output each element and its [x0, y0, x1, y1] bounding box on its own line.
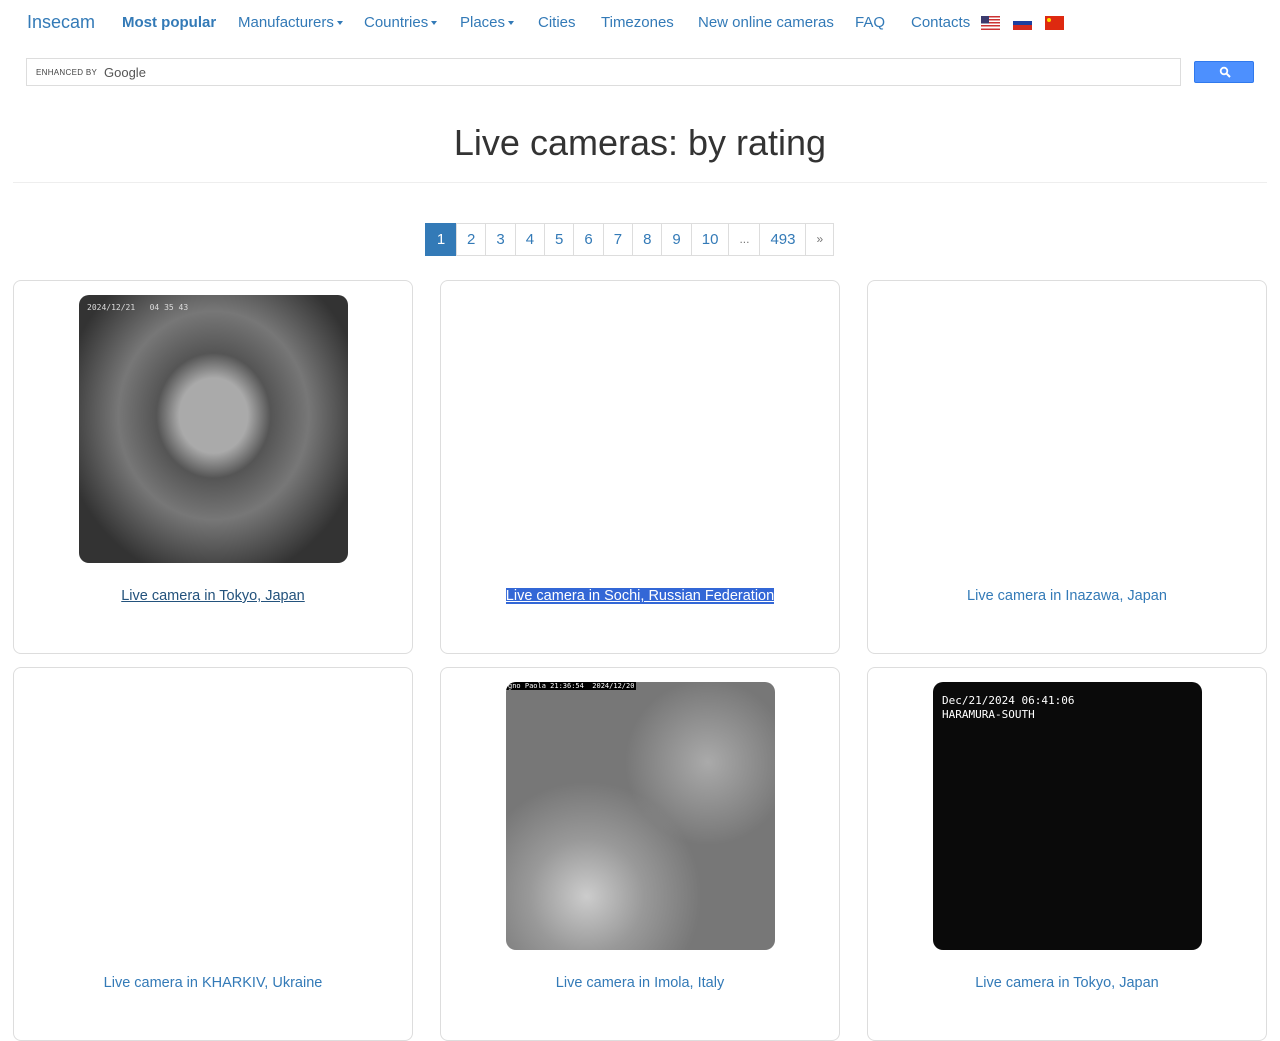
- search-icon: [1219, 66, 1231, 78]
- page-link-last[interactable]: 493: [759, 223, 807, 256]
- nav-faq[interactable]: FAQ: [855, 14, 885, 31]
- camera-link[interactable]: Live camera in Tokyo, Japan: [975, 975, 1159, 991]
- caret-down-icon: [431, 21, 438, 26]
- camera-card: Dec/21/2024 06:41:06 HARAMURA-SOUTH Live…: [867, 667, 1267, 1041]
- camera-thumbnail[interactable]: gno Paola 21:36:54 2024/12/20: [506, 682, 775, 950]
- nav-most-popular[interactable]: Most popular: [122, 14, 216, 31]
- camera-link[interactable]: Live camera in Imola, Italy: [556, 975, 724, 991]
- camera-link[interactable]: Live camera in Sochi, Russian Federation: [505, 588, 775, 604]
- page-ellipsis: ...: [728, 223, 761, 256]
- camera-location-label: HARAMURA-SOUTH: [942, 708, 1035, 721]
- camera-timestamp: 2024/12/21 04 35 43: [87, 303, 189, 312]
- page-link[interactable]: 2: [456, 223, 487, 256]
- page-link[interactable]: 7: [602, 223, 634, 256]
- camera-thumbnail[interactable]: Dec/21/2024 06:41:06 HARAMURA-SOUTH: [933, 682, 1202, 950]
- page-link[interactable]: 9: [661, 223, 692, 256]
- nav-label: Places: [460, 14, 506, 31]
- page-title: Live cameras: by rating: [453, 122, 827, 163]
- next-page-link[interactable]: »: [805, 223, 835, 256]
- camera-card: 2024/12/21 04 35 43 Live camera in Tokyo…: [13, 280, 413, 654]
- nav-cities[interactable]: Cities: [538, 14, 576, 31]
- camera-timestamp: Dec/21/2024 06:41:06: [942, 694, 1075, 707]
- page-link[interactable]: 3: [485, 223, 516, 256]
- camera-card: Live camera in Inazawa, Japan: [867, 280, 1267, 654]
- page-link[interactable]: 4: [514, 223, 546, 256]
- caret-down-icon: [508, 21, 515, 26]
- nav-timezones[interactable]: Timezones: [601, 14, 674, 31]
- us-flag-icon[interactable]: [981, 16, 1000, 30]
- nav-new-online-cameras[interactable]: New online cameras: [698, 14, 834, 31]
- page-link[interactable]: 5: [544, 223, 575, 256]
- page-link[interactable]: 1: [425, 223, 457, 256]
- page-link[interactable]: 8: [632, 223, 663, 256]
- search-input[interactable]: ENHANCED BY Google: [26, 58, 1181, 86]
- nav-contacts[interactable]: Contacts: [911, 14, 970, 31]
- camera-thumbnail[interactable]: 2024/12/21 04 35 43: [79, 295, 348, 563]
- nav-label: Manufacturers: [238, 14, 334, 31]
- camera-link[interactable]: Live camera in KHARKIV, Ukraine: [104, 975, 323, 991]
- google-logo: Google: [104, 65, 146, 80]
- nav-label: Countries: [364, 14, 429, 31]
- top-navbar: Insecam Most popular Manufacturers Count…: [0, 0, 1280, 46]
- nav-countries[interactable]: Countries: [364, 14, 438, 31]
- camera-card: Live camera in KHARKIV, Ukraine: [13, 667, 413, 1041]
- camera-card: Live camera in Sochi, Russian Federation: [440, 280, 840, 654]
- search-button[interactable]: [1194, 61, 1254, 83]
- nav-manufacturers[interactable]: Manufacturers: [238, 14, 343, 31]
- nav-places[interactable]: Places: [460, 14, 515, 31]
- ru-flag-icon[interactable]: [1013, 16, 1032, 30]
- enhanced-by-label: ENHANCED BY: [36, 68, 98, 77]
- caret-down-icon: [336, 21, 343, 26]
- cn-flag-icon[interactable]: [1045, 16, 1064, 30]
- camera-card: gno Paola 21:36:54 2024/12/20 Live camer…: [440, 667, 840, 1041]
- pagination: 1 2 3 4 5 6 7 8 9 10 ... 493 »: [425, 223, 835, 256]
- camera-timestamp: gno Paola 21:36:54 2024/12/20: [506, 682, 637, 690]
- camera-link[interactable]: Live camera in Tokyo, Japan: [121, 588, 305, 604]
- brand-link[interactable]: Insecam: [27, 12, 95, 33]
- page-link[interactable]: 6: [573, 223, 604, 256]
- divider: [13, 182, 1267, 183]
- page-link[interactable]: 10: [690, 223, 730, 256]
- camera-link[interactable]: Live camera in Inazawa, Japan: [967, 588, 1167, 604]
